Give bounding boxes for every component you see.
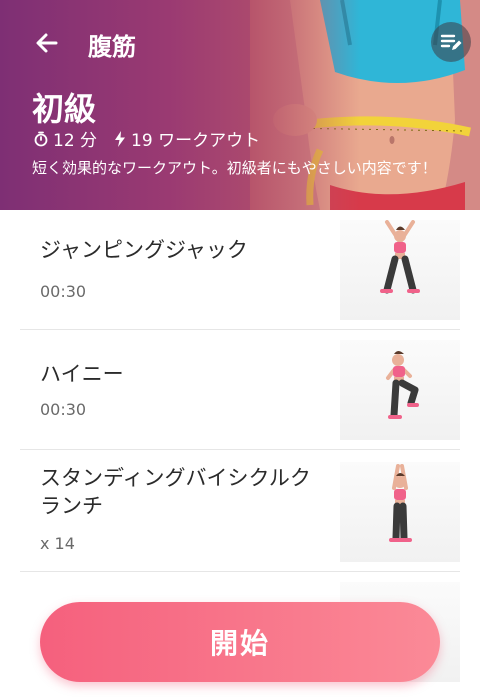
exercise-duration: 00:30	[40, 400, 87, 419]
exercise-reps: x 14	[40, 534, 75, 553]
exercise-row[interactable]: ハイニー 00:30	[20, 330, 460, 450]
stopwatch-icon	[34, 131, 48, 146]
high-knee-figure-icon	[386, 351, 419, 419]
exercise-duration: 00:30	[40, 282, 87, 301]
exercise-name: ハイニー	[40, 362, 124, 386]
jumping-jack-figure-icon	[380, 220, 420, 294]
duration-text: 12 分	[53, 131, 98, 151]
edit-list-button[interactable]	[431, 22, 471, 62]
bicycle-crunch-figure-icon	[389, 464, 412, 542]
exercise-row[interactable]: スタンディングバイシクルクランチ x 14	[20, 450, 460, 572]
arrow-left-icon	[36, 33, 58, 53]
page-title: 腹筋	[88, 33, 136, 61]
level-title: 初級	[32, 90, 97, 128]
exercise-thumbnail[interactable]	[340, 462, 460, 562]
start-button[interactable]: 開始	[40, 602, 440, 682]
exercise-name: ジャンピングジャック	[40, 238, 248, 262]
workout-header: 腹筋 初級 12 分 19 ワークアウト 短く効果的なワークアウト。初級者にもや…	[0, 0, 480, 210]
exercise-name: スタンディングバイシクルクランチ	[40, 466, 311, 518]
lightning-bolt-icon	[115, 130, 126, 147]
exercise-thumbnail[interactable]	[340, 220, 460, 320]
workout-count-text: 19 ワークアウト	[131, 131, 261, 151]
back-button[interactable]	[30, 26, 64, 60]
exercise-thumbnail[interactable]	[340, 340, 460, 440]
workout-meta: 12 分 19 ワークアウト	[33, 126, 276, 151]
workout-description: 短く効果的なワークアウト。初級者にもやさしい内容です！	[32, 159, 437, 177]
exercise-row[interactable]: ジャンピングジャック 00:30	[20, 210, 460, 330]
hero-fade	[250, 0, 360, 210]
playlist-edit-icon	[440, 34, 462, 50]
